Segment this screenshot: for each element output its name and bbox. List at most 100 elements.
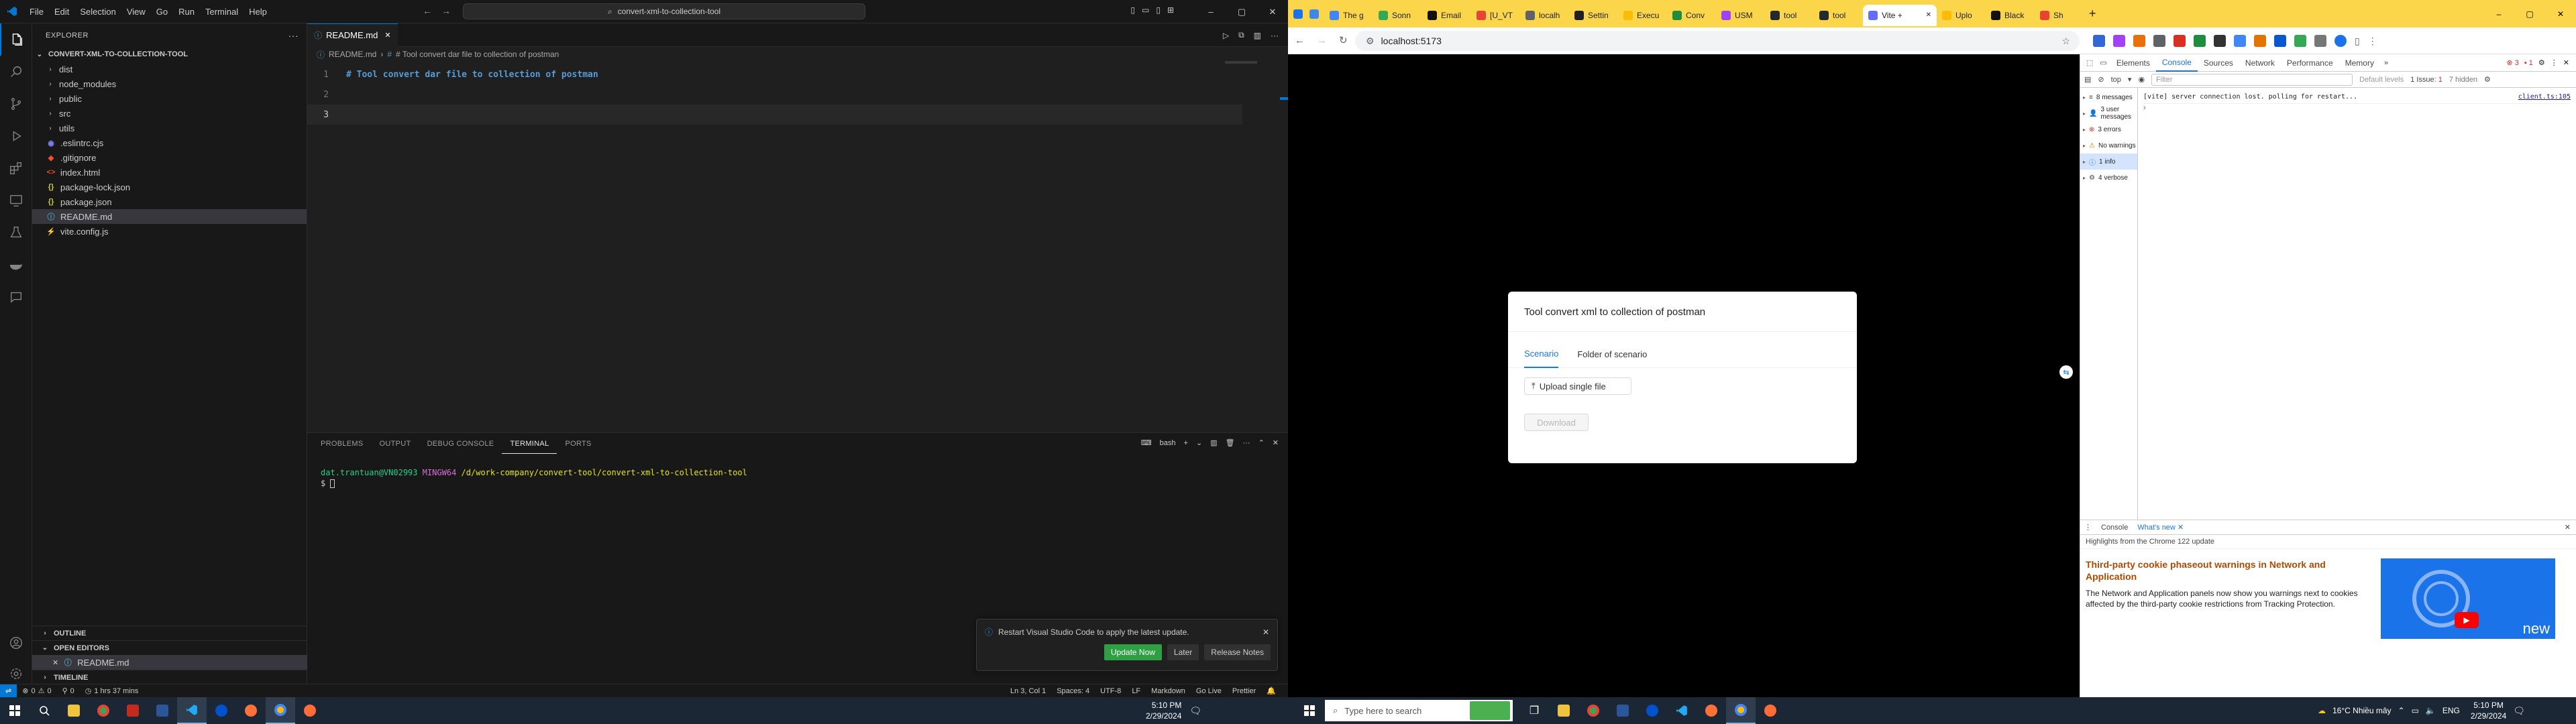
device-toolbar-icon[interactable]: ▭ — [2096, 58, 2110, 67]
devtools-tab-network[interactable]: Network — [2239, 54, 2281, 72]
toggle-sidebar-icon[interactable]: ▯ — [1130, 5, 1135, 15]
firefox-icon[interactable] — [1697, 697, 1726, 724]
chrome-menu-icon[interactable]: ⋮ — [2368, 36, 2377, 47]
devtools-tab-memory[interactable]: Memory — [2339, 54, 2380, 72]
devtools-tab-performance[interactable]: Performance — [2281, 54, 2339, 72]
minimize-button[interactable]: – — [1195, 7, 1226, 17]
eye-icon[interactable]: ◉ — [2138, 75, 2145, 84]
split-terminal-icon[interactable]: ▥ — [1210, 438, 1217, 447]
back-arrow-icon[interactable]: ← — [423, 5, 432, 16]
warning-badge[interactable]: ▪ 1 — [2524, 59, 2533, 67]
console-prompt-icon[interactable]: › — [2143, 104, 2571, 112]
maximize-button[interactable]: ▢ — [2514, 9, 2545, 19]
browser-tab[interactable]: Email — [1422, 5, 1471, 26]
taskbar-search-box[interactable]: ⌕ Type here to search — [1325, 700, 1513, 721]
customize-layout-icon[interactable]: ⊞ — [1167, 5, 1174, 15]
devtools-tab-console[interactable]: Console — [2155, 54, 2198, 72]
language-indicator[interactable]: ENG — [2443, 706, 2460, 715]
devtools-tab-elements[interactable]: Elements — [2110, 54, 2156, 72]
devtools-tab-sources[interactable]: Sources — [2198, 54, 2239, 72]
panel-tab-terminal[interactable]: TERMINAL — [502, 434, 557, 454]
code-editor[interactable]: 1 # Tool convert dar file to collection … — [307, 62, 1288, 125]
extensions-icon[interactable] — [0, 152, 32, 184]
sidebar-icon[interactable]: ▯ — [2355, 36, 2360, 47]
chrome-active-icon[interactable] — [1726, 697, 1756, 724]
timeline-section[interactable]: › TIMELINE — [32, 670, 307, 684]
sidebar-toggle-icon[interactable]: ▤ — [2084, 75, 2091, 84]
extension-icon[interactable] — [2274, 35, 2286, 47]
problems-status[interactable]: ⊗ 0 ⚠ 0 — [17, 684, 56, 698]
chrome-active-icon[interactable] — [266, 697, 295, 724]
tab-scenario[interactable]: Scenario — [1524, 341, 1559, 368]
task-view-icon[interactable]: ❐ — [1519, 697, 1549, 724]
drawer-tab-console[interactable]: Console — [2101, 524, 2128, 532]
whats-new-title[interactable]: Third-party cookie phaseout warnings in … — [2086, 558, 2374, 583]
extension-icon[interactable] — [2214, 35, 2226, 47]
file-item[interactable]: ⚡ vite.config.js — [32, 224, 307, 239]
status-item[interactable]: Prettier — [1227, 684, 1261, 698]
command-center-search[interactable]: ⌕ convert-xml-to-collection-tool — [463, 3, 865, 19]
panel-tab-ports[interactable]: PORTS — [557, 434, 599, 454]
menu-item-file[interactable]: File — [24, 7, 49, 17]
browser-tab[interactable]: Uplo — [1937, 5, 1986, 26]
browser-tab[interactable]: Settin — [1569, 5, 1618, 26]
panel-tab-problems[interactable]: PROBLEMS — [313, 434, 372, 454]
address-bar[interactable]: ⚙ localhost:5173 ☆ — [1355, 31, 2080, 51]
breadcrumb-heading[interactable]: # Tool convert dar file to collection of… — [396, 50, 559, 59]
log-levels-dropdown[interactable]: Default levels — [2359, 76, 2404, 84]
toggle-panel-icon[interactable]: ▭ — [1142, 5, 1149, 15]
drawer-menu-icon[interactable]: ⋮ — [2084, 523, 2092, 532]
open-editor-item[interactable]: ✕ ⓘ README.md — [32, 655, 307, 670]
maximize-panel-icon[interactable]: ⌃ — [1258, 438, 1265, 447]
browser-tab[interactable]: The g — [1324, 5, 1373, 26]
status-item[interactable]: LF — [1126, 684, 1146, 698]
browser-tab[interactable]: localh — [1520, 5, 1569, 26]
close-icon[interactable]: ✕ — [2565, 523, 2576, 532]
account-icon[interactable] — [0, 627, 32, 659]
folder-item[interactable]: › dist — [32, 62, 307, 76]
close-icon[interactable]: ✕ — [1263, 627, 1269, 637]
chevron-down-icon[interactable]: ⌄ — [1196, 438, 1202, 447]
weather-text[interactable]: 16°C Nhiều mây — [2332, 706, 2392, 715]
breadcrumb-file[interactable]: README.md — [329, 50, 376, 59]
status-item[interactable]: Go Live — [1191, 684, 1227, 698]
file-item[interactable]: ◆ .gitignore — [32, 150, 307, 165]
console-filter-warning[interactable]: ▸ ⚠ No warnings — [2080, 137, 2137, 154]
console-filter-error[interactable]: ▸ ⊗ 3 errors — [2080, 121, 2137, 137]
vscode-icon[interactable] — [1667, 697, 1697, 724]
update-now-button[interactable]: Update Now — [1104, 644, 1162, 660]
folder-item[interactable]: › node_modules — [32, 76, 307, 91]
browser-tab[interactable]: tool — [1765, 5, 1814, 26]
menu-item-help[interactable]: Help — [244, 7, 272, 17]
more-tabs-icon[interactable]: » — [2380, 59, 2392, 67]
firefox-icon[interactable] — [236, 697, 266, 724]
editor-tab-readme[interactable]: ⓘ README.md ✕ — [307, 23, 398, 47]
tab-folder-of-scenario[interactable]: Folder of scenario — [1577, 341, 1647, 368]
panel-tab-debug-console[interactable]: DEBUG CONSOLE — [419, 434, 502, 454]
forward-arrow-icon[interactable]: → — [441, 5, 451, 16]
tab-groups-icon[interactable] — [1293, 9, 1303, 19]
docker-icon[interactable] — [0, 249, 32, 281]
folder-item[interactable]: › public — [32, 91, 307, 106]
open-editors-section[interactable]: ⌄ OPEN EDITORS — [32, 640, 307, 655]
toggle-secondary-sidebar-icon[interactable]: ▯ — [1156, 5, 1161, 15]
run-icon[interactable]: ▷ — [1223, 31, 1229, 40]
close-icon[interactable]: ✕ — [1273, 438, 1279, 447]
sourcetree-icon[interactable] — [1638, 697, 1667, 724]
close-icon[interactable]: ✕ — [1926, 11, 1931, 19]
postman-icon[interactable] — [295, 697, 325, 724]
console-filter-input[interactable]: Filter — [2151, 73, 2353, 86]
folder-item[interactable]: › src — [32, 106, 307, 121]
browser-tab[interactable]: [U_VT — [1471, 5, 1520, 26]
show-hidden-icons[interactable]: ⌃ — [2398, 706, 2405, 715]
outline-section[interactable]: › OUTLINE — [32, 625, 307, 640]
menu-item-selection[interactable]: Selection — [74, 7, 121, 17]
minimize-button[interactable]: – — [2483, 9, 2514, 19]
remote-desktop-icon[interactable] — [1608, 697, 1638, 724]
console-filter-list[interactable]: ▸ ≡ 8 messages — [2080, 89, 2137, 105]
extension-icon[interactable] — [2113, 35, 2125, 47]
postman-icon[interactable] — [1756, 697, 1785, 724]
file-explorer-icon[interactable] — [59, 697, 89, 724]
browser-tab[interactable]: Sonn — [1373, 5, 1422, 26]
status-item[interactable]: Markdown — [1146, 684, 1191, 698]
